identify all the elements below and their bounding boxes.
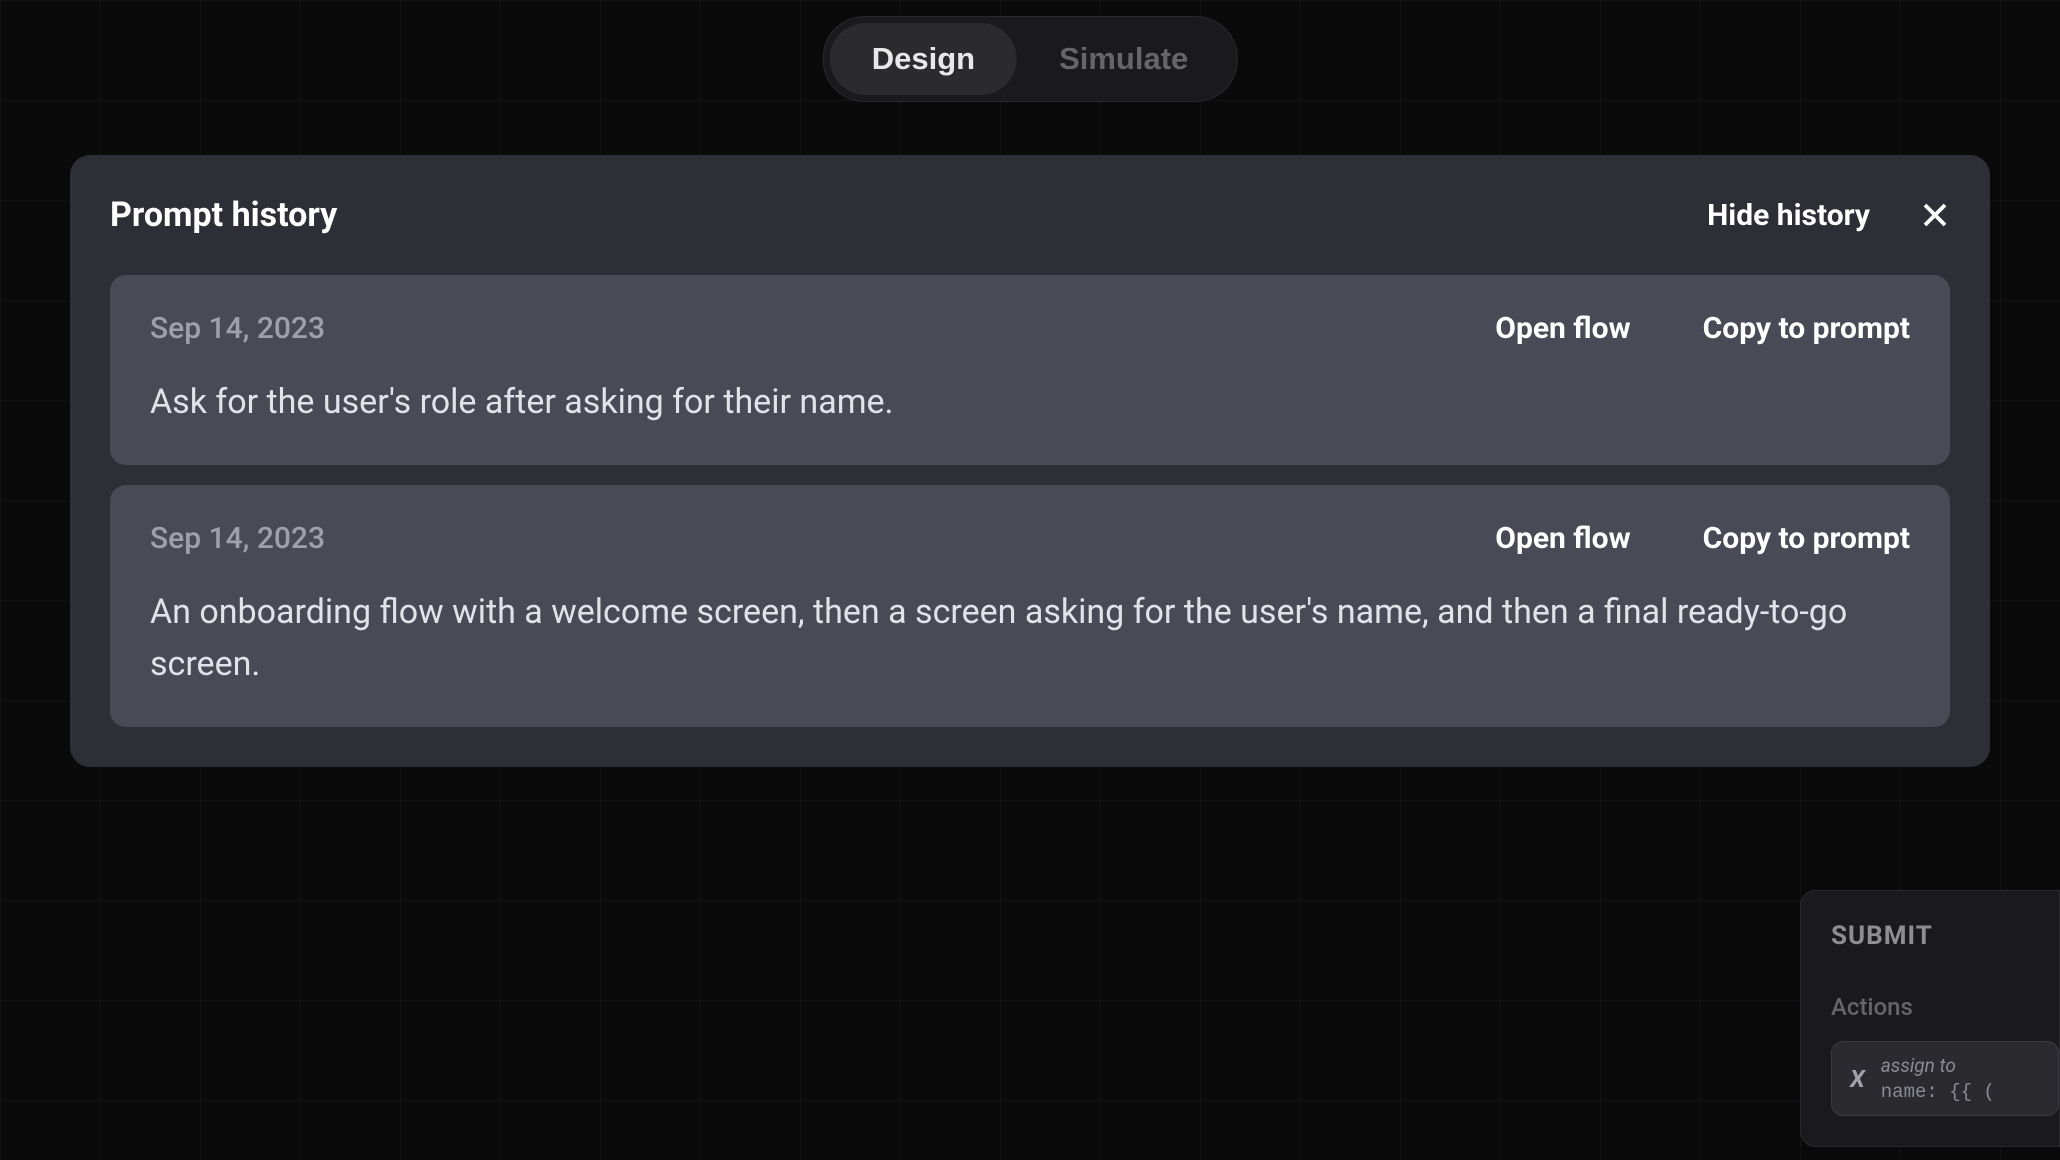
history-prompt-text: An onboarding flow with a welcome screen… bbox=[150, 586, 1910, 691]
action-pill[interactable]: X assign to name: {{ ( bbox=[1831, 1041, 2059, 1116]
history-date: Sep 14, 2023 bbox=[150, 521, 325, 556]
history-actions: Open flow Copy to prompt bbox=[1495, 311, 1910, 346]
submit-heading: SUBMIT bbox=[1831, 921, 2059, 951]
history-item: Sep 14, 2023 Open flow Copy to prompt As… bbox=[110, 275, 1950, 465]
history-actions: Open flow Copy to prompt bbox=[1495, 521, 1910, 556]
prompt-history-modal: Prompt history Hide history Sep 14, 2023… bbox=[70, 155, 1990, 767]
action-assign-label: assign to bbox=[1881, 1054, 1995, 1077]
history-item-header: Sep 14, 2023 Open flow Copy to prompt bbox=[150, 521, 1910, 556]
background-action-panel: SUBMIT Actions X assign to name: {{ ( bbox=[1800, 890, 2060, 1147]
history-date: Sep 14, 2023 bbox=[150, 311, 325, 346]
action-pill-remove-icon[interactable]: X bbox=[1850, 1065, 1865, 1093]
history-item: Sep 14, 2023 Open flow Copy to prompt An… bbox=[110, 485, 1950, 727]
copy-to-prompt-button[interactable]: Copy to prompt bbox=[1703, 521, 1910, 556]
open-flow-button[interactable]: Open flow bbox=[1495, 521, 1630, 556]
modal-title: Prompt history bbox=[110, 195, 337, 235]
tab-design[interactable]: Design bbox=[830, 23, 1017, 95]
close-button[interactable] bbox=[1920, 200, 1950, 230]
hide-history-button[interactable]: Hide history bbox=[1707, 198, 1870, 233]
history-item-header: Sep 14, 2023 Open flow Copy to prompt bbox=[150, 311, 1910, 346]
history-prompt-text: Ask for the user's role after asking for… bbox=[150, 376, 1910, 429]
actions-heading: Actions bbox=[1831, 993, 2059, 1021]
open-flow-button[interactable]: Open flow bbox=[1495, 311, 1630, 346]
action-name-value: name: {{ ( bbox=[1881, 1081, 1995, 1103]
modal-header: Prompt history Hide history bbox=[110, 195, 1950, 235]
mode-tabs: Design Simulate bbox=[823, 16, 1238, 102]
modal-header-actions: Hide history bbox=[1707, 198, 1950, 233]
copy-to-prompt-button[interactable]: Copy to prompt bbox=[1703, 311, 1910, 346]
action-pill-content: assign to name: {{ ( bbox=[1881, 1054, 1995, 1103]
tab-simulate[interactable]: Simulate bbox=[1017, 23, 1230, 95]
close-icon bbox=[1920, 200, 1950, 230]
